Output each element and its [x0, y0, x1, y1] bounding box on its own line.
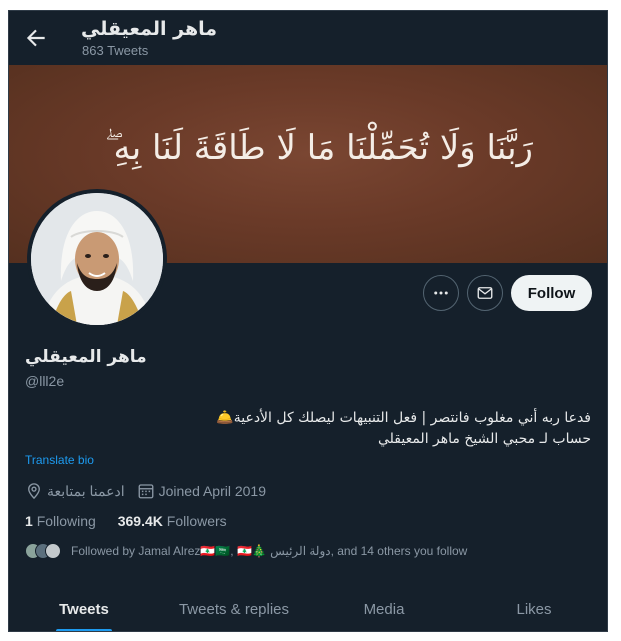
following-label: Following: [36, 513, 96, 529]
tweet-count: 863 Tweets: [82, 43, 149, 58]
profile-meta: ادعمنا بمتابعة Joined April 2019: [25, 480, 278, 502]
followers-label: Followers: [166, 513, 227, 529]
arrow-left-icon: [26, 29, 45, 47]
joined-item: Joined April 2019: [137, 482, 266, 500]
more-button[interactable]: [423, 275, 459, 311]
followed-by-text: Followed by Jamal Alrez🇱🇧🇸🇦, 🇱🇧🎄 دولة ال…: [71, 544, 468, 558]
follower-avatar: [45, 543, 61, 559]
follow-counts: 1 Following 369.4K Followers: [25, 513, 245, 529]
location-text: ادعمنا بمتابعة: [47, 482, 125, 499]
tab-label: Media: [363, 601, 405, 618]
message-button[interactable]: [467, 275, 503, 311]
profile-bio: فدعا ربه أني مغلوب فانتصر | فعل التنبيها…: [31, 408, 591, 450]
location-pin-icon: [28, 483, 40, 500]
header-title: ماهر المعيقلي: [81, 18, 218, 40]
translate-bio-link[interactable]: Translate bio: [25, 453, 94, 467]
profile-page: ماهر المعيقلي 863 Tweets رَبَّنَا وَلَا …: [8, 10, 608, 632]
envelope-icon: [477, 287, 493, 299]
top-bar: ماهر المعيقلي 863 Tweets: [9, 11, 607, 65]
tab-media[interactable]: Media: [309, 586, 459, 631]
follow-button[interactable]: Follow: [511, 275, 592, 311]
followed-by[interactable]: Followed by Jamal Alrez🇱🇧🇸🇦, 🇱🇧🎄 دولة ال…: [25, 541, 467, 561]
calendar-icon: [138, 484, 154, 499]
avatar[interactable]: [27, 189, 167, 329]
more-dots-icon: [434, 291, 448, 295]
tab-tweets[interactable]: Tweets: [9, 586, 159, 631]
tab-label: Tweets: [59, 601, 109, 618]
tab-likes[interactable]: Likes: [459, 586, 607, 631]
tab-label: Likes: [516, 601, 552, 618]
joined-date: Joined April 2019: [158, 483, 267, 499]
following-count: 1: [25, 513, 33, 529]
active-tab-indicator: [56, 629, 112, 631]
back-button[interactable]: [23, 25, 49, 51]
tab-tweets-replies[interactable]: Tweets & replies: [159, 586, 309, 631]
following-link[interactable]: 1 Following: [25, 513, 96, 529]
profile-tabs: Tweets Tweets & replies Media Likes: [9, 586, 607, 631]
tab-label: Tweets & replies: [178, 601, 290, 618]
banner-verse: رَبَّنَا وَلَا تُحَمِّلْنَا مَا لَا طَاق…: [105, 128, 533, 168]
profile-name: ماهر المعيقلي: [25, 347, 147, 367]
avatar-photo: [31, 193, 163, 325]
profile-handle: @lll2e: [25, 373, 65, 389]
location-item: ادعمنا بمتابعة: [25, 482, 125, 500]
bio-line: حساب لـ محبي الشيخ ماهر المعيقلي: [377, 431, 591, 447]
bio-line: فدعا ربه أني مغلوب فانتصر | فعل التنبيها…: [216, 410, 591, 426]
followers-count: 369.4K: [117, 513, 163, 529]
followers-link[interactable]: 369.4K Followers: [118, 513, 227, 529]
